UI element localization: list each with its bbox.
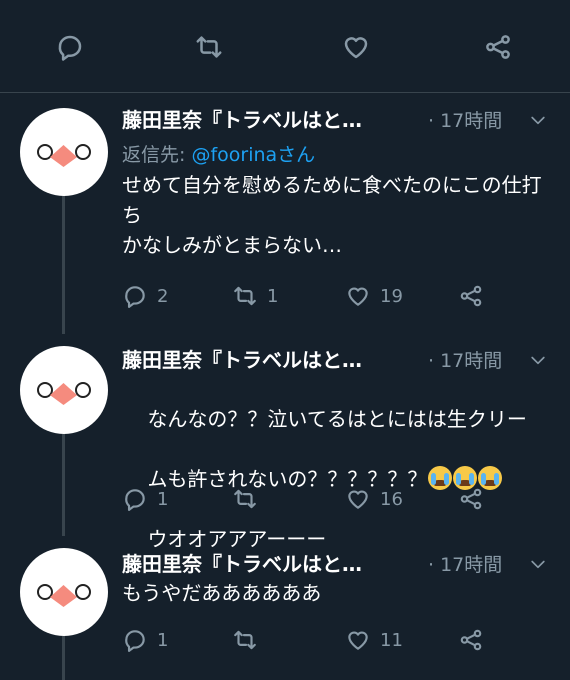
display-name[interactable]: 藤田里奈『トラベルはと… [122,344,362,373]
tweet-actions: 1 11 [0,625,570,655]
retweet-icon [234,489,256,509]
tweet-text: せめて自分を慰めるために食べたのにこの仕打ち かなしみがとまらない… [122,173,542,257]
like-count: 19 [380,285,403,307]
tweet-actions: 2 1 19 [0,281,570,311]
share-icon[interactable] [481,30,515,64]
avatar[interactable] [20,346,108,434]
retweet-count: 1 [267,285,279,307]
retweet-button[interactable] [232,484,267,514]
display-name[interactable]: 藤田里奈『トラベルはと… [122,104,362,133]
like-icon [348,287,368,306]
like-icon[interactable] [339,30,373,64]
mention-link[interactable]: @foorinaさん [191,144,315,166]
chevron-down-icon[interactable] [528,350,548,370]
reply-button[interactable]: 1 [122,484,168,514]
avatar[interactable] [20,108,108,196]
reply-button[interactable]: 1 [122,625,168,655]
like-icon [348,490,368,509]
comment-icon [125,286,145,308]
share-button[interactable] [458,281,484,311]
timestamp[interactable]: · 17時間 [428,346,502,373]
reply-label: 返信先: [122,144,192,166]
thread-line [62,194,65,334]
like-icon [348,631,368,650]
reply-count: 1 [157,629,169,651]
like-count: 16 [380,488,403,510]
timestamp[interactable]: · 17時間 [428,106,502,133]
like-button[interactable]: 19 [345,281,403,311]
chevron-down-icon[interactable] [528,110,548,130]
display-name[interactable]: 藤田里奈『トラベルはと… [122,548,362,577]
retweet-icon [234,286,256,306]
share-icon [460,629,482,651]
avatar[interactable] [20,548,108,636]
share-icon [460,488,482,510]
like-button[interactable]: 16 [345,484,403,514]
share-icon [460,285,482,307]
comment-icon [125,630,145,652]
retweet-icon [234,630,256,650]
tweet-text: もうやだああああああ [122,581,322,605]
chevron-down-icon[interactable] [528,554,548,574]
tweet-actions: 1 16 [0,484,570,514]
share-button[interactable] [458,625,484,655]
comment-icon [125,489,145,511]
like-button[interactable]: 11 [345,625,403,655]
reply-context: 返信先: @foorinaさん [122,140,315,167]
reply-count: 2 [157,285,169,307]
tweet-text-line: なんなの？？泣いてるはとにはは生クリー [147,407,527,431]
retweet-button[interactable]: 1 [232,281,278,311]
reply-count: 1 [157,488,169,510]
timestamp[interactable]: · 17時間 [428,550,502,577]
share-button[interactable] [458,484,484,514]
comment-icon[interactable] [53,30,87,64]
retweet-button[interactable] [232,625,267,655]
reply-button[interactable]: 2 [122,281,168,311]
focused-tweet-actions [0,0,570,93]
retweet-icon[interactable] [192,30,226,64]
like-count: 11 [380,629,403,651]
